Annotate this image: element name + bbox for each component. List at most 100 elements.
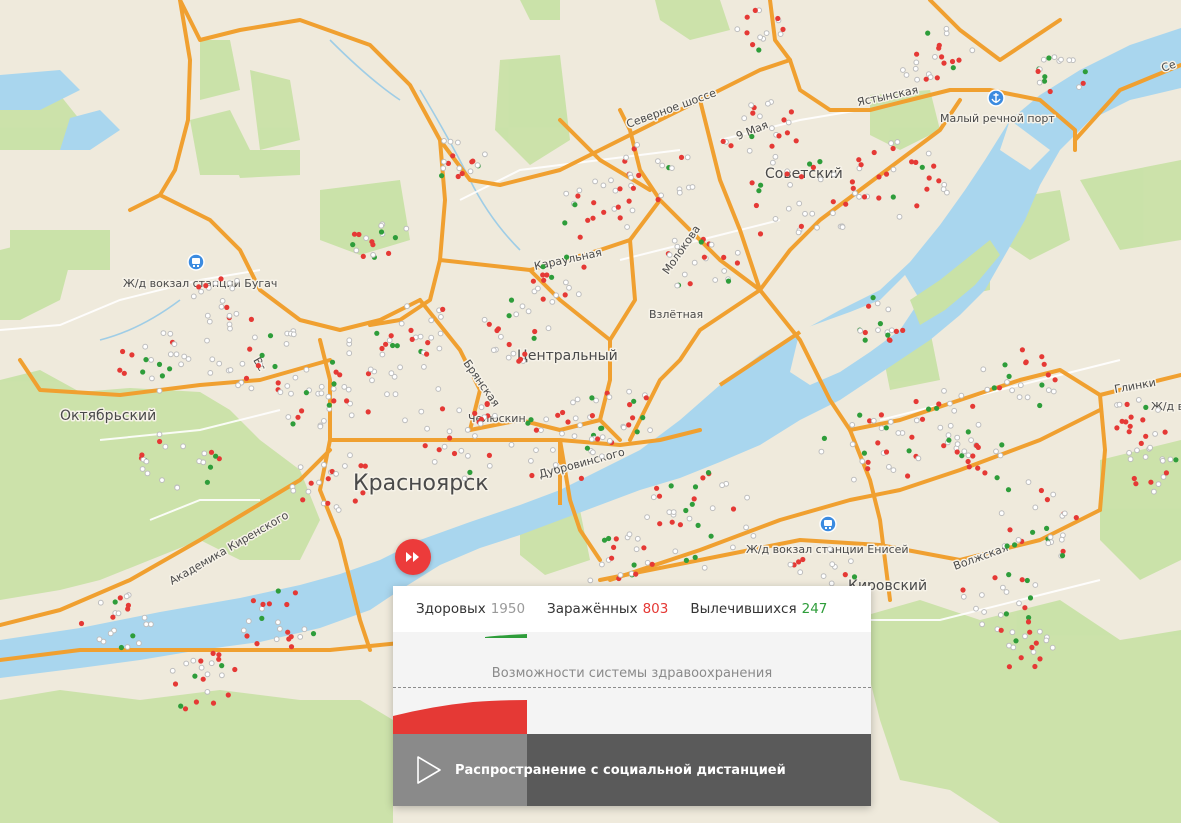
recovered-agent [1002, 362, 1008, 368]
recovered-agent [1012, 542, 1018, 548]
healthy-agent [1147, 444, 1153, 451]
healthy-agent [1058, 536, 1065, 543]
infected-agent [540, 296, 546, 302]
infected-agent [769, 143, 775, 149]
healthy-agent [386, 337, 393, 344]
healthy-agent [226, 312, 233, 319]
healthy-agent [486, 463, 493, 469]
healthy-agent [206, 318, 213, 325]
healthy-agent [886, 464, 892, 470]
healthy-agent [1003, 589, 1010, 595]
healthy-agent [1049, 644, 1056, 651]
healthy-agent [947, 422, 954, 429]
recovered-agent [692, 484, 699, 490]
healthy-agent [219, 298, 226, 304]
healthy-agent [305, 488, 312, 495]
healthy-agent [283, 341, 290, 347]
healthy-agent [1142, 454, 1149, 460]
healthy-agent [765, 100, 771, 107]
healthy-agent [535, 285, 541, 292]
anchor-icon[interactable] [987, 89, 1005, 107]
healthy-agent [588, 436, 595, 443]
healthy-agent [318, 383, 325, 390]
healthy-agent [849, 441, 856, 448]
bus-stop-icon[interactable] [187, 253, 205, 271]
infected-agent [1131, 475, 1137, 482]
healthy-agent [143, 621, 150, 628]
recovered-agent [725, 278, 732, 284]
recovered-agent [118, 644, 124, 651]
infected-agent [982, 470, 988, 476]
infected-agent [775, 15, 781, 22]
healthy-agent [1058, 56, 1064, 63]
healthy-agent [943, 25, 950, 32]
healthy-agent [346, 350, 353, 357]
healthy-agent [903, 72, 910, 78]
recovered-agent [705, 470, 712, 476]
infected-agent [1018, 655, 1024, 661]
infected-agent [842, 572, 848, 578]
infected-agent [1041, 361, 1047, 367]
healthy-agent [474, 162, 481, 169]
fast-forward-button[interactable] [395, 539, 431, 575]
stat-recovered-value: 247 [801, 601, 828, 617]
infected-agent [565, 419, 571, 425]
infected-agent [687, 281, 693, 287]
infected-agent [1047, 88, 1053, 95]
infected-agent [362, 463, 368, 469]
stat-recovered-label: Вылечившихся [690, 601, 797, 617]
recovered-agent [589, 395, 595, 401]
healthy-agent [461, 475, 468, 482]
play-simulation-button[interactable]: Распространение с социальной дистанцией [393, 734, 871, 806]
infected-agent [208, 449, 215, 455]
simulation-panel: Здоровых 1950 Заражённых 803 Вылечившихс… [393, 586, 871, 806]
healthy-agent [510, 350, 517, 357]
recovered-agent [329, 359, 336, 365]
healthy-agent [549, 299, 556, 305]
healthy-agent [599, 434, 606, 441]
healthy-agent [743, 524, 749, 531]
infected-agent [617, 186, 623, 192]
infected-agent [893, 328, 900, 334]
recovered-agent [392, 235, 398, 241]
healthy-agent [937, 424, 944, 431]
infected-agent [1032, 663, 1038, 670]
recovered-agent [374, 330, 380, 336]
recovered-agent [1037, 402, 1043, 409]
infected-agent [657, 521, 663, 527]
healthy-agent [894, 139, 901, 145]
healthy-agent [1015, 537, 1022, 543]
recovered-agent [290, 421, 296, 427]
infected-agent [590, 215, 596, 221]
bus-stop-icon[interactable] [819, 515, 837, 533]
healthy-agent [670, 509, 677, 515]
healthy-agent [1017, 382, 1024, 389]
recovered-agent [906, 448, 912, 454]
healthy-agent [379, 351, 386, 358]
healthy-agent [345, 386, 352, 393]
healthy-agent [156, 387, 163, 394]
infected-agent [439, 406, 446, 412]
healthy-agent [107, 630, 114, 637]
recovered-agent [634, 429, 640, 435]
healthy-agent [418, 408, 425, 415]
healthy-agent [626, 531, 633, 538]
healthy-agent [397, 364, 404, 371]
infected-agent [244, 633, 250, 639]
healthy-agent [141, 614, 148, 621]
healthy-agent [167, 351, 174, 358]
recovered-agent [695, 522, 701, 529]
infected-agent [370, 242, 376, 248]
healthy-agent [303, 366, 310, 373]
infected-agent [856, 157, 862, 163]
healthy-agent [227, 325, 233, 332]
infected-agent [936, 401, 942, 407]
healthy-agent [721, 268, 728, 274]
healthy-agent [259, 605, 265, 612]
healthy-agent [143, 458, 150, 465]
recovered-agent [167, 366, 173, 372]
healthy-agent [600, 182, 607, 189]
recovered-agent [562, 220, 568, 226]
healthy-agent [945, 432, 952, 439]
recovered-agent [1143, 404, 1149, 410]
